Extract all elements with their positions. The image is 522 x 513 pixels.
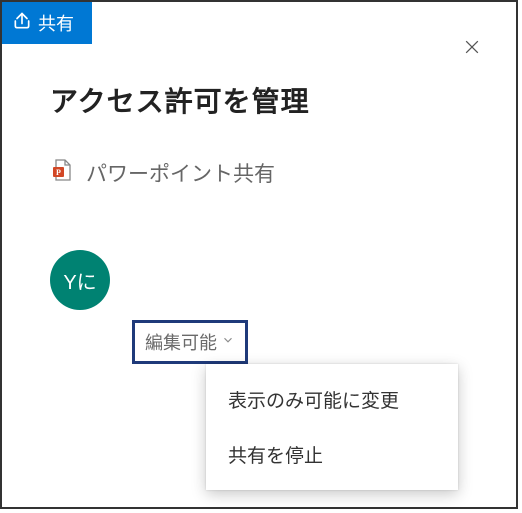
- permission-dropdown-label: 編集可能: [145, 329, 217, 355]
- menu-item-label: 共有を停止: [228, 446, 323, 467]
- permission-dropdown-menu: 表示のみ可能に変更 共有を停止: [206, 364, 458, 490]
- menu-item-change-to-view[interactable]: 表示のみ可能に変更: [206, 372, 458, 427]
- menu-item-label: 表示のみ可能に変更: [228, 391, 399, 412]
- file-name: パワーポイント共有: [86, 158, 275, 188]
- avatar-initials: Yに: [63, 266, 96, 295]
- file-row[interactable]: P パワーポイント共有: [50, 158, 468, 188]
- share-ribbon-label: 共有: [38, 10, 74, 36]
- menu-item-stop-sharing[interactable]: 共有を停止: [206, 427, 458, 482]
- permission-dropdown[interactable]: 編集可能: [132, 320, 248, 364]
- share-arrow-icon: [12, 11, 32, 36]
- powerpoint-file-icon: P: [50, 158, 74, 188]
- user-avatar[interactable]: Yに: [50, 250, 110, 310]
- dialog-title: アクセス許可を管理: [50, 80, 468, 120]
- close-button[interactable]: [456, 32, 488, 64]
- close-icon: [462, 37, 482, 60]
- share-ribbon-button[interactable]: 共有: [2, 2, 92, 44]
- dialog-frame: 共有 アクセス許可を管理 P パワーポイント共有 Yに: [0, 0, 518, 509]
- dialog-content: アクセス許可を管理 P パワーポイント共有 Yに: [2, 2, 516, 310]
- svg-text:P: P: [56, 168, 61, 177]
- chevron-down-icon: [221, 333, 235, 352]
